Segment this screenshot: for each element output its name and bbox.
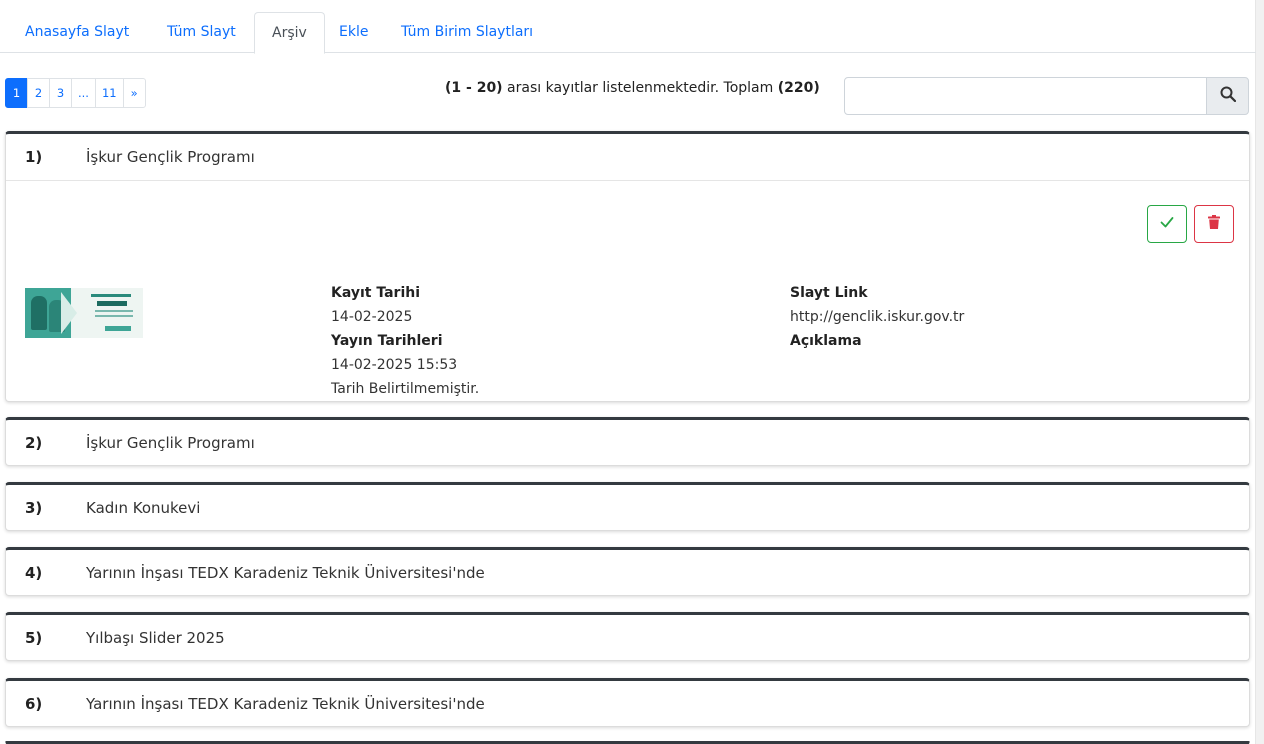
record-title: Yılbaşı Slider 2025 [86, 629, 225, 647]
record-header[interactable]: 1) İşkur Gençlik Programı [6, 134, 1249, 180]
record-card: 1) İşkur Gençlik Programı Kayıt Tarihi 1… [5, 131, 1250, 402]
page-11[interactable]: 11 [94, 78, 124, 108]
record-card: 6) Yarının İnşası TEDX Karadeniz Teknik … [5, 678, 1250, 727]
yayin-tarihleri-label: Yayın Tarihleri [331, 333, 443, 349]
record-header[interactable]: 3) Kadın Konukevi [6, 485, 1249, 531]
search-button[interactable] [1206, 77, 1249, 115]
search-input[interactable] [844, 77, 1207, 115]
tab-tum-slayt[interactable]: Tüm Slayt [150, 12, 253, 53]
kayit-tarihi-value: 14-02-2025 [331, 309, 413, 325]
yayin-tarihleri-value: 14-02-2025 15:53 [331, 357, 458, 373]
page-2[interactable]: 2 [27, 78, 50, 108]
approve-button[interactable] [1147, 205, 1187, 243]
slide-thumbnail [25, 288, 143, 338]
summary-total: (220) [777, 80, 820, 96]
record-card: 5) Yılbaşı Slider 2025 [5, 612, 1250, 661]
record-header[interactable]: 6) Yarının İnşası TEDX Karadeniz Teknik … [6, 681, 1249, 727]
kayit-tarihi-label: Kayıt Tarihi [331, 285, 421, 301]
trash-icon [1206, 214, 1222, 234]
record-title: İşkur Gençlik Programı [86, 434, 255, 452]
page-next[interactable]: » [122, 78, 146, 108]
tab-arsiv[interactable]: Arşiv [254, 12, 325, 54]
record-summary: (1 - 20) arası kayıtlar listelenmektedir… [445, 80, 820, 96]
record-number: 6) [25, 695, 43, 713]
record-title: Yarının İnşası TEDX Karadeniz Teknik Üni… [86, 695, 485, 713]
tab-anasayfa-slayt[interactable]: Anasayfa Slayt [8, 12, 146, 53]
delete-button[interactable] [1194, 205, 1234, 243]
tab-tum-birim-slaytlari[interactable]: Tüm Birim Slaytları [384, 12, 550, 53]
aciklama-label: Açıklama [790, 333, 862, 349]
record-number: 5) [25, 629, 43, 647]
check-icon [1159, 214, 1175, 234]
slayt-link-value: http://genclik.iskur.gov.tr [790, 309, 965, 325]
record-number: 3) [25, 499, 43, 517]
page-3[interactable]: 3 [49, 78, 72, 108]
scrollbar[interactable] [1255, 0, 1264, 744]
page-ellipsis[interactable]: ... [71, 78, 96, 108]
record-title: İşkur Gençlik Programı [86, 148, 255, 166]
record-header[interactable]: 4) Yarının İnşası TEDX Karadeniz Teknik … [6, 550, 1249, 596]
page-1[interactable]: 1 [5, 78, 28, 108]
yayin-tarihleri-note: Tarih Belirtilmemiştir. [331, 381, 480, 397]
tab-ekle[interactable]: Ekle [322, 12, 385, 53]
record-number: 2) [25, 434, 43, 452]
summary-range: (1 - 20) [445, 80, 503, 96]
tab-bar: Anasayfa Slayt Tüm Slayt Arşiv Ekle Tüm … [0, 0, 1256, 54]
slayt-link-label: Slayt Link [790, 285, 868, 301]
search-icon [1220, 86, 1236, 106]
record-card: 4) Yarının İnşası TEDX Karadeniz Teknik … [5, 547, 1250, 596]
record-details: Kayıt Tarihi 14-02-2025 Yayın Tarihleri … [6, 180, 1249, 402]
pagination: 1 2 3 ... 11 » [5, 78, 146, 108]
record-header[interactable]: 2) İşkur Gençlik Programı [6, 420, 1249, 466]
record-number: 4) [25, 564, 43, 582]
record-header[interactable]: 5) Yılbaşı Slider 2025 [6, 615, 1249, 661]
record-title: Yarının İnşası TEDX Karadeniz Teknik Üni… [86, 564, 485, 582]
summary-text: arası kayıtlar listelenmektedir. Toplam [507, 80, 774, 96]
record-number: 1) [25, 148, 43, 166]
record-card: 2) İşkur Gençlik Programı [5, 417, 1250, 466]
record-card: 3) Kadın Konukevi [5, 482, 1250, 531]
record-title: Kadın Konukevi [86, 499, 201, 517]
